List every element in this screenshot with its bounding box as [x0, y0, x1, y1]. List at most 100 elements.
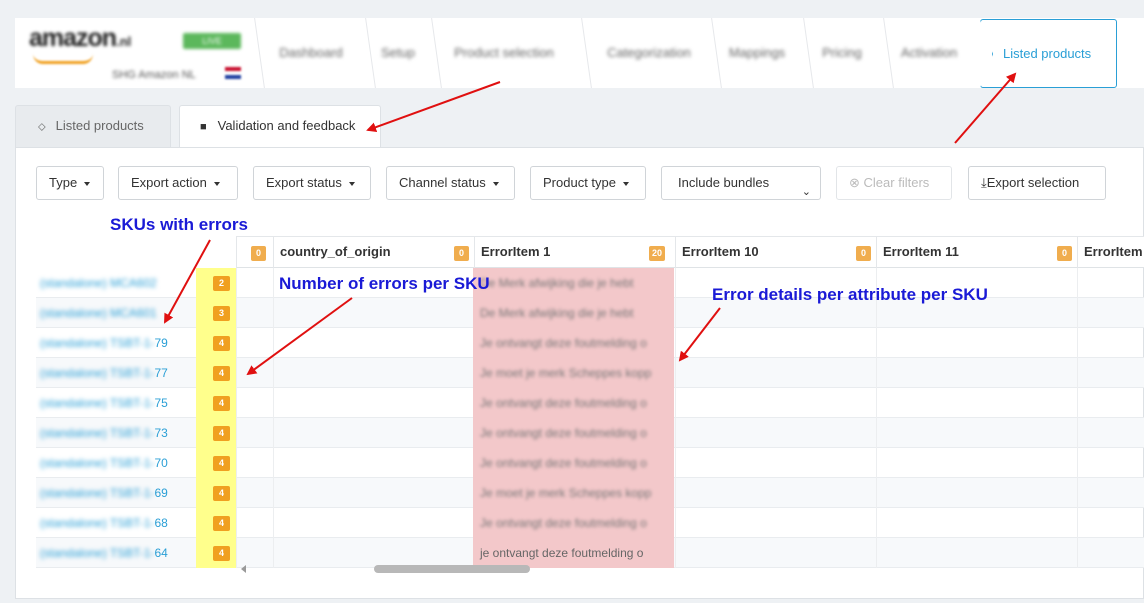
error-detail-cell[interactable]: Je ontvangt deze foutmelding o: [473, 388, 674, 418]
scrollbar-thumb[interactable]: [374, 565, 530, 573]
sku-link[interactable]: (standalone) MCA601: [40, 298, 157, 328]
sku-link[interactable]: (standalone) TSBT-1-70: [40, 448, 168, 478]
column-error-count: 20: [649, 246, 666, 261]
chevron-down-icon: ⌄: [801, 186, 811, 198]
error-detail-cell[interactable]: Je moet je merk Scheppes kopp: [473, 358, 674, 388]
amazon-smile-icon: [33, 54, 93, 64]
column-error-count: 0: [454, 246, 469, 261]
clear-filters-button[interactable]: ⊗ Clear filters: [836, 166, 952, 200]
sku-suffix: 69: [154, 486, 168, 500]
table-row[interactable]: (standalone) TSBT-1-75 4 Je ontvangt deze …: [36, 388, 1144, 418]
column-header[interactable]: ErrorItem 11 0: [876, 237, 1077, 268]
step-separator: [874, 18, 894, 88]
cell-divider: [273, 358, 274, 388]
error-count-badge: 4: [213, 486, 230, 501]
cell-divider: [1077, 448, 1078, 478]
sku-link[interactable]: (standalone) TSBT-1-73: [40, 418, 168, 448]
cell-divider: [876, 448, 877, 478]
error-detail-cell[interactable]: De Merk afwijking die je hebt: [473, 268, 674, 298]
step-categorization[interactable]: Categorization: [589, 18, 709, 88]
error-detail-text: De Merk afwijking die je hebt: [480, 276, 634, 290]
error-detail-cell[interactable]: Je ontvangt deze foutmelding o: [473, 328, 674, 358]
netherlands-flag-icon: [225, 67, 241, 79]
sku-link[interactable]: (standalone) TSBT-1-75: [40, 388, 168, 418]
caret-down-icon: [84, 181, 91, 186]
sku-prefix: (standalone) TSBT-1-: [40, 336, 155, 350]
column-header[interactable]: country_of_origin 0: [273, 237, 474, 268]
export-action-filter-dropdown[interactable]: Export action: [118, 166, 238, 200]
sku-link[interactable]: (standalone) TSBT-1-68: [40, 508, 168, 538]
cell-divider: [675, 268, 676, 298]
error-detail-text: Je moet je merk Scheppes kopp: [480, 366, 652, 380]
tab-validation-feedback[interactable]: ■ Validation and feedback: [179, 105, 381, 148]
cell-divider: [273, 478, 274, 508]
error-detail-text: Je ontvangt deze foutmelding o: [480, 456, 647, 470]
sku-link[interactable]: (standalone) MCA602: [40, 268, 157, 298]
channel-status-filter-dropdown[interactable]: Channel status: [386, 166, 515, 200]
cell-divider: [273, 448, 274, 478]
step-activation[interactable]: Activation: [893, 18, 965, 88]
cell-divider: [876, 388, 877, 418]
step-dashboard[interactable]: Dashboard: [261, 18, 361, 88]
sku-link[interactable]: (standalone) TSBT-1-64: [40, 538, 168, 568]
column-header[interactable]: ErrorItem: [1077, 237, 1144, 268]
column-error-count: 0: [1057, 246, 1072, 261]
step-pricing[interactable]: Pricing: [811, 18, 873, 88]
tab-listed-products[interactable]: ⬦ Listed products: [15, 105, 171, 147]
sku-prefix: (standalone) TSBT-1-: [40, 396, 155, 410]
table-row[interactable]: (standalone) TSBT-1-69 4 Je moet je merk S…: [36, 478, 1144, 508]
step-product-selection[interactable]: Product selection: [439, 18, 569, 88]
error-detail-cell[interactable]: De Merk afwijking die je hebt: [473, 298, 674, 328]
horizontal-scrollbar[interactable]: [241, 564, 1144, 574]
bundles-select[interactable]: Include bundles ⌄: [661, 166, 821, 200]
column-header[interactable]: ErrorItem 1 20: [474, 237, 675, 268]
table-row[interactable]: (standalone) TSBT-1-73 4 Je ontvangt deze …: [36, 418, 1144, 448]
error-detail-text: Je ontvangt deze foutmelding o: [480, 516, 647, 530]
error-detail-cell[interactable]: Je ontvangt deze foutmelding o: [473, 508, 674, 538]
error-count-badge: 4: [213, 456, 230, 471]
cell-divider: [876, 478, 877, 508]
cell-divider: [675, 478, 676, 508]
export-selection-button[interactable]: ⤓Export selection: [968, 166, 1106, 200]
cell-divider: [1077, 508, 1078, 538]
cell-divider: [236, 448, 237, 478]
clear-circle-icon: ⊗: [849, 175, 860, 190]
sku-link[interactable]: (standalone) TSBT-1-79: [40, 328, 168, 358]
step-setup[interactable]: Setup: [372, 18, 424, 88]
error-detail-cell[interactable]: Je ontvangt deze foutmelding o: [473, 418, 674, 448]
sku-link[interactable]: (standalone) TSBT-1-69: [40, 478, 168, 508]
error-count-badge: 4: [213, 546, 230, 561]
cell-divider: [236, 268, 237, 298]
step-listed-products[interactable]: Listed products: [980, 19, 1117, 88]
table-row[interactable]: (standalone) TSBT-1-70 4 Je ontvangt deze …: [36, 448, 1144, 478]
cell-divider: [1077, 268, 1078, 298]
table-row[interactable]: (standalone) TSBT-1-77 4 Je moet je merk S…: [36, 358, 1144, 388]
cell-divider: [1077, 478, 1078, 508]
error-detail-text: De Merk afwijking die je hebt: [480, 306, 634, 320]
step-mappings[interactable]: Mappings: [717, 18, 797, 88]
error-detail-text: Je moet je merk Scheppes kopp: [480, 486, 652, 500]
column-header[interactable]: 0: [236, 237, 273, 268]
error-detail-cell[interactable]: Je moet je merk Scheppes kopp: [473, 478, 674, 508]
sku-prefix: (standalone) TSBT-1-: [40, 546, 155, 560]
error-count-badge: 4: [213, 426, 230, 441]
cell-divider: [675, 358, 676, 388]
export-status-filter-dropdown[interactable]: Export status: [253, 166, 371, 200]
annotation-error-count: Number of errors per SKU: [279, 274, 490, 293]
error-count-badge: 2: [213, 276, 230, 291]
scroll-left-arrow-icon[interactable]: [241, 565, 246, 573]
product-type-filter-dropdown[interactable]: Product type: [530, 166, 646, 200]
sku-prefix: (standalone) MCA601: [40, 306, 157, 320]
table-row[interactable]: (standalone) TSBT-1-68 4 Je ontvangt deze …: [36, 508, 1144, 538]
sku-link[interactable]: (standalone) TSBT-1-77: [40, 358, 168, 388]
error-count-badge: 4: [213, 366, 230, 381]
table-row[interactable]: (standalone) TSBT-1-79 4 Je ontvangt deze …: [36, 328, 1144, 358]
type-filter-dropdown[interactable]: Type: [36, 166, 104, 200]
sku-suffix: 73: [154, 426, 168, 440]
cell-divider: [675, 418, 676, 448]
column-header[interactable]: ErrorItem 10 0: [675, 237, 876, 268]
annotation-skus: SKUs with errors: [110, 215, 248, 234]
annotation-error-details: Error details per attribute per SKU: [712, 285, 988, 304]
book-icon: ■: [200, 121, 207, 133]
error-detail-cell[interactable]: Je ontvangt deze foutmelding o: [473, 448, 674, 478]
